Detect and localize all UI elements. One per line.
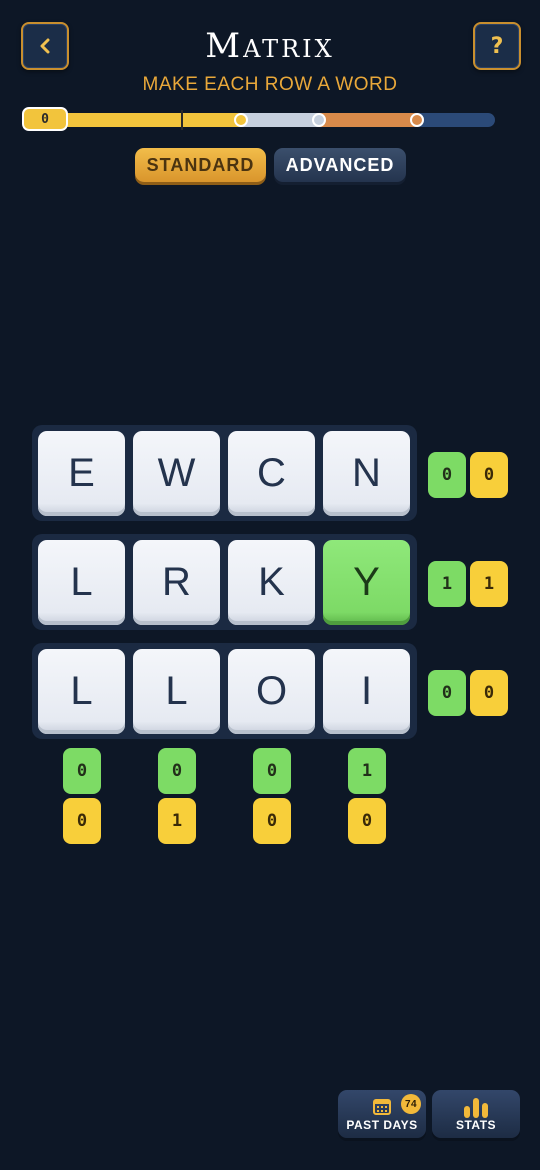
letter-tile[interactable]: R xyxy=(133,540,220,625)
past-days-count-badge: 74 xyxy=(401,1094,421,1114)
row-green-count: 0 xyxy=(428,452,466,498)
grid-row: L L O I xyxy=(32,643,417,739)
advanced-mode-button[interactable]: ADVANCED xyxy=(274,148,406,182)
row-green-count: 0 xyxy=(428,670,466,716)
letter-tile-correct[interactable]: Y xyxy=(323,540,410,625)
milestone-marker xyxy=(410,113,424,127)
letter-tile[interactable]: K xyxy=(228,540,315,625)
past-days-label: PAST DAYS xyxy=(346,1118,418,1132)
row-green-count: 1 xyxy=(428,561,466,607)
progress-segment-remaining xyxy=(416,113,495,127)
column-green-count: 0 xyxy=(158,748,196,794)
letter-tile[interactable]: C xyxy=(228,431,315,516)
row-yellow-count: 1 xyxy=(470,561,508,607)
column-yellow-count: 1 xyxy=(158,798,196,844)
row-yellow-count: 0 xyxy=(470,670,508,716)
game-subtitle: MAKE EACH ROW A WORD xyxy=(142,74,398,95)
help-button[interactable]: ? xyxy=(473,22,521,70)
row-yellow-count: 0 xyxy=(470,452,508,498)
letter-tile[interactable]: E xyxy=(38,431,125,516)
score-indicator: 0 xyxy=(22,107,68,131)
game-screen: Matrix MAKE EACH ROW A WORD ? 0 STANDARD… xyxy=(0,0,540,1170)
past-days-button[interactable]: 74 PAST DAYS xyxy=(338,1090,426,1138)
column-green-count: 0 xyxy=(253,748,291,794)
progress-segment-silver xyxy=(240,113,318,127)
column-yellow-count: 0 xyxy=(253,798,291,844)
bar-chart-icon xyxy=(464,1098,488,1118)
progress-segment-bronze xyxy=(318,113,416,127)
column-yellow-count: 0 xyxy=(348,798,386,844)
letter-tile[interactable]: L xyxy=(38,540,125,625)
letter-tile[interactable]: L xyxy=(133,649,220,734)
letter-tile[interactable]: N xyxy=(323,431,410,516)
progress-bar xyxy=(24,113,495,127)
milestone-marker xyxy=(234,113,248,127)
stats-button[interactable]: STATS xyxy=(432,1090,520,1138)
letter-tile[interactable]: W xyxy=(133,431,220,516)
letter-tile[interactable]: O xyxy=(228,649,315,734)
question-icon: ? xyxy=(490,33,504,59)
game-title: Matrix xyxy=(205,26,335,66)
column-green-count: 0 xyxy=(63,748,101,794)
milestone-marker xyxy=(312,113,326,127)
stats-label: STATS xyxy=(455,1118,497,1132)
letter-tile[interactable]: I xyxy=(323,649,410,734)
calendar-icon xyxy=(373,1099,391,1115)
grid-row: L R K Y xyxy=(32,534,417,630)
column-yellow-count: 0 xyxy=(63,798,101,844)
grid-row: E W C N xyxy=(32,425,417,521)
column-green-count: 1 xyxy=(348,748,386,794)
standard-mode-button[interactable]: STANDARD xyxy=(135,148,266,182)
letter-tile[interactable]: L xyxy=(38,649,125,734)
progress-tick xyxy=(181,110,183,130)
